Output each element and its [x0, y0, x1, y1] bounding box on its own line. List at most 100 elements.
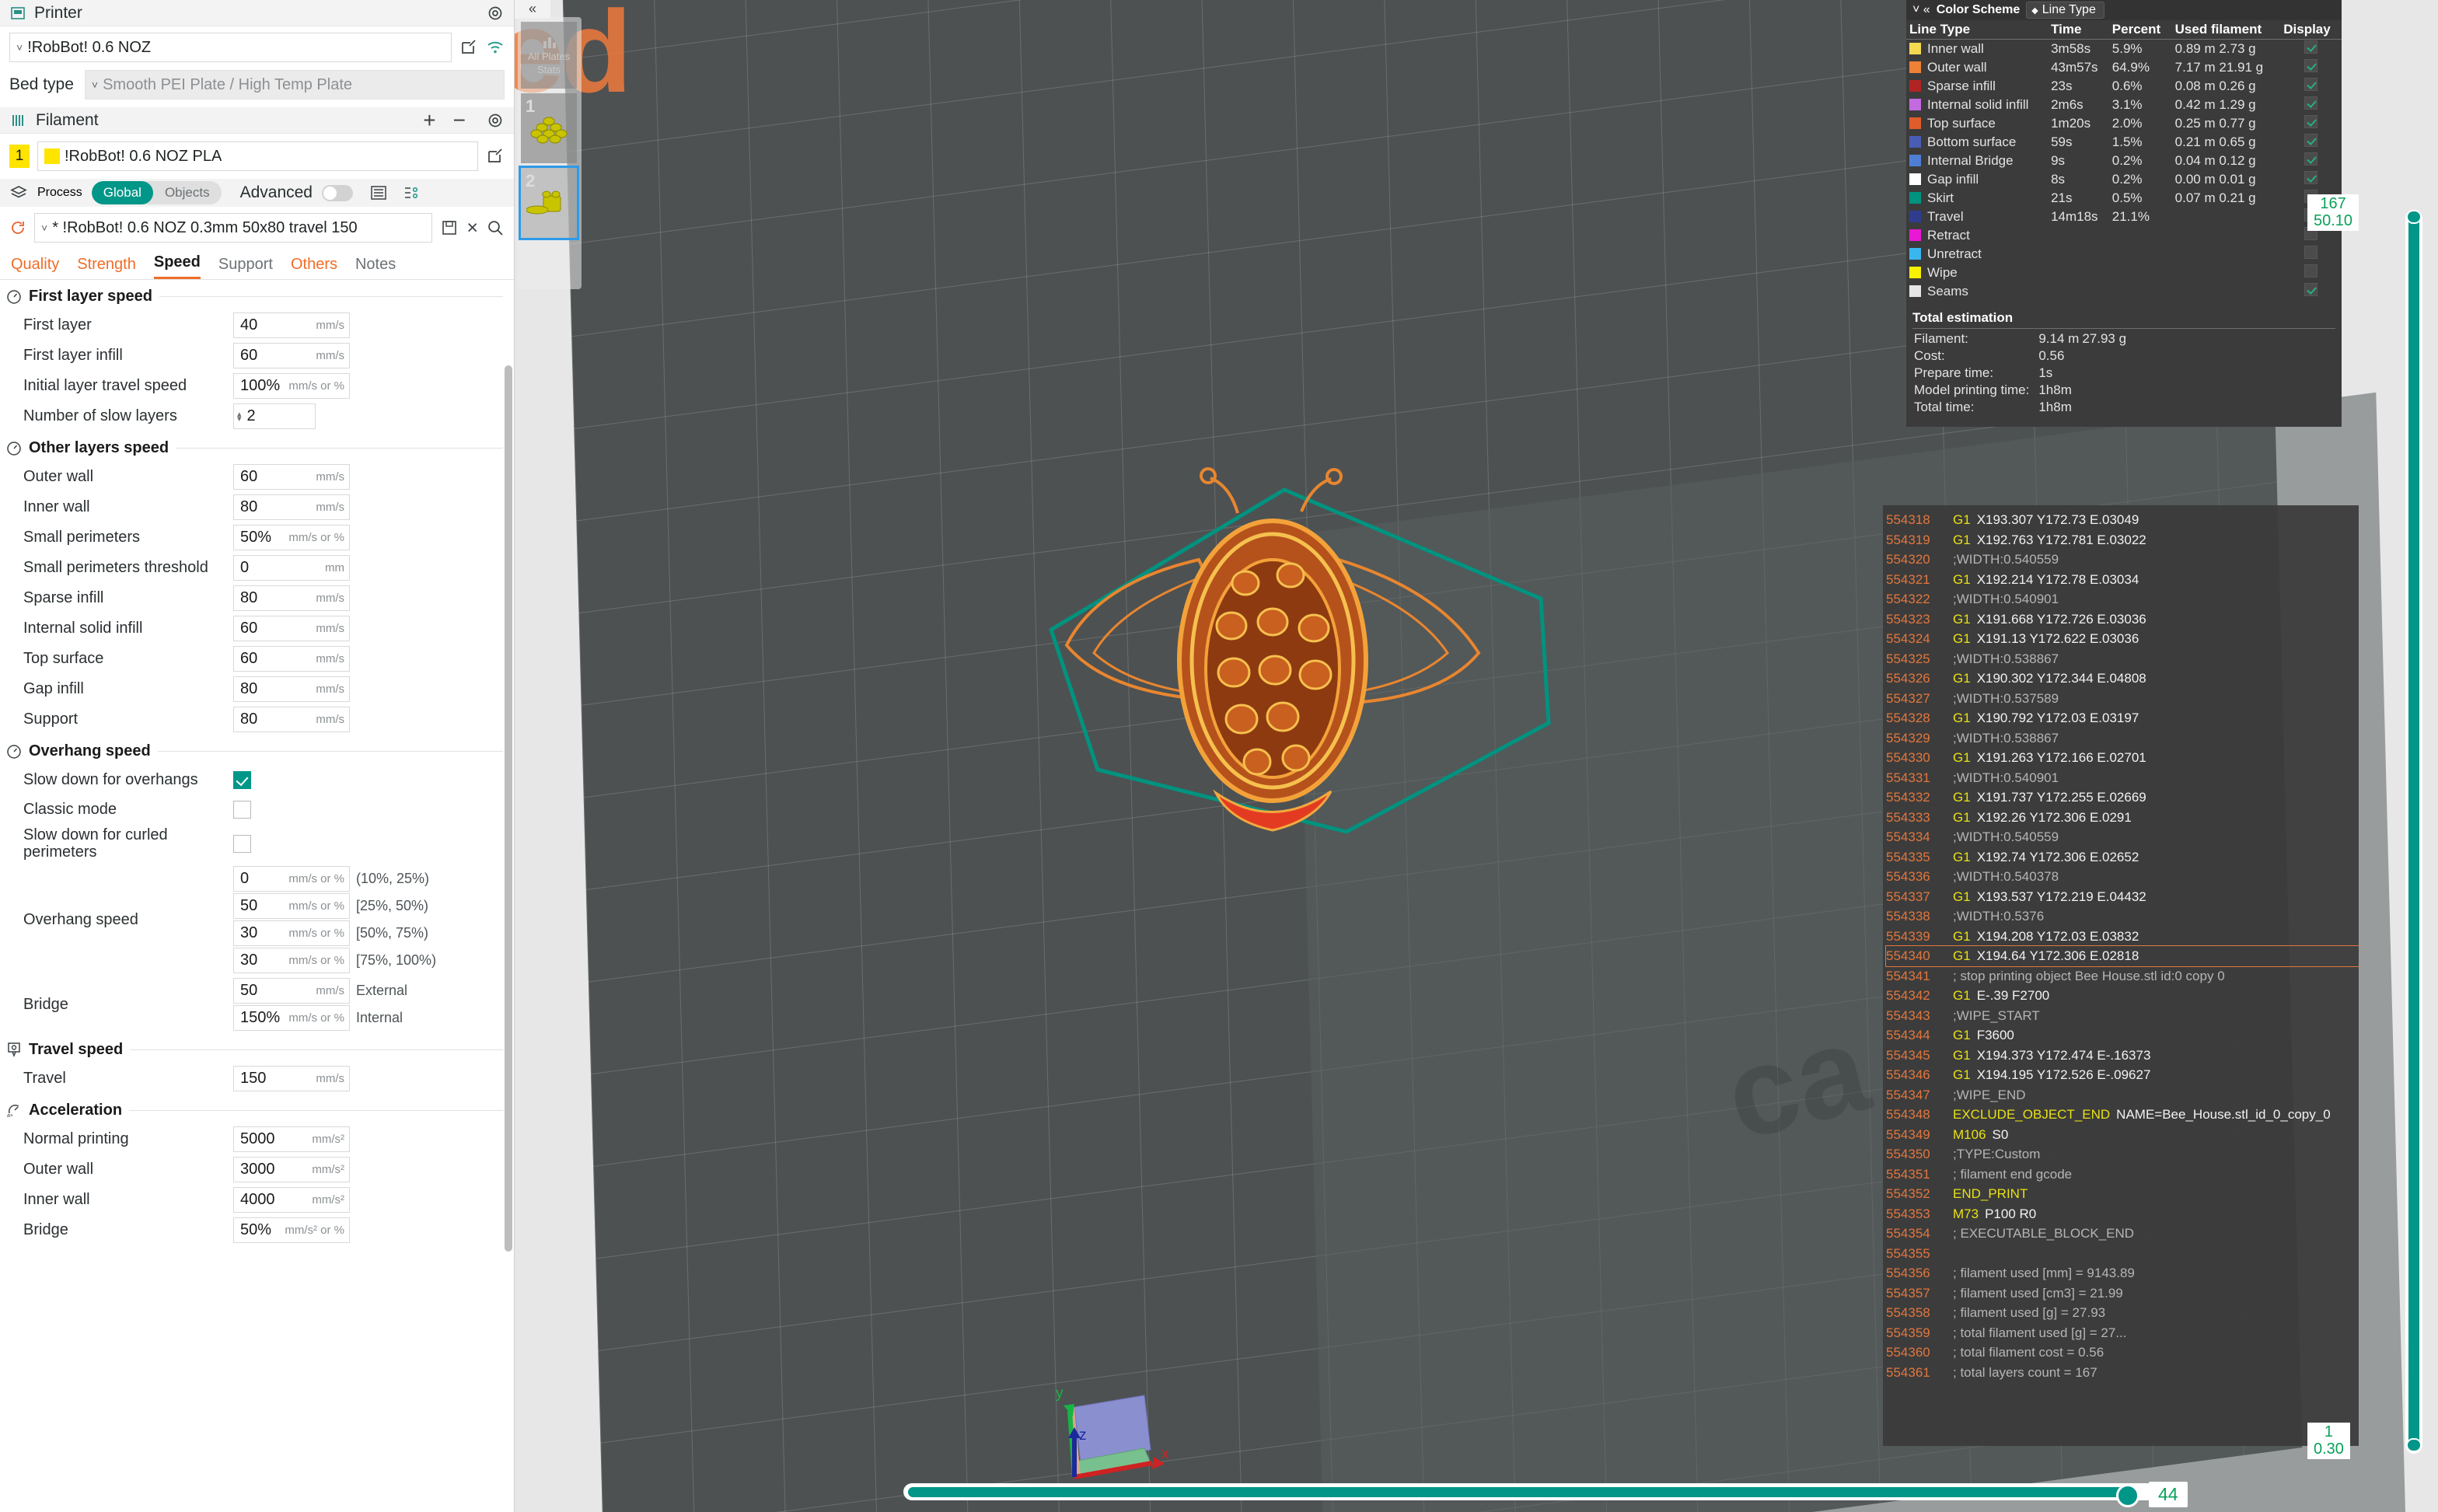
gcode-viewer-panel[interactable]: 554318 G1 X193.307 Y172.73 E.03049 554319 G1… — [1883, 505, 2359, 1446]
gcode-line[interactable]: 554359 ; total filament used [g] = 27... — [1886, 1323, 2359, 1343]
scope-global-pill[interactable]: Global — [91, 181, 153, 204]
tab-quality[interactable]: Quality — [11, 256, 59, 279]
gcode-line[interactable]: 554337 G1 X193.537 Y172.219 E.04432 — [1886, 887, 2359, 907]
search-icon[interactable] — [486, 218, 505, 237]
reset-icon[interactable] — [9, 219, 26, 236]
gcode-line[interactable]: 554338 ;WIDTH:0.5376 — [1886, 906, 2359, 927]
gcode-line[interactable]: 554354 ; EXECUTABLE_BLOCK_END — [1886, 1224, 2359, 1244]
display-checkbox[interactable] — [2304, 59, 2318, 72]
gcode-line[interactable]: 554347 ;WIPE_END — [1886, 1085, 2359, 1105]
value-input[interactable]: ▴ ▾ 2 — [233, 403, 316, 429]
gcode-line[interactable]: 554321 G1 X192.214 Y172.78 E.03034 — [1886, 570, 2359, 590]
value-input[interactable]: 150% mm/s or % — [233, 1004, 350, 1031]
value-input[interactable]: 30 mm/s or % — [233, 920, 350, 946]
gcode-line[interactable]: 554325 ;WIDTH:0.538867 — [1886, 649, 2359, 669]
plate-thumbnail-2[interactable]: 2 — [519, 166, 579, 240]
layer-slider-upper-handle[interactable] — [2406, 210, 2422, 224]
gcode-line[interactable]: 554353 M73 P100 R0 — [1886, 1204, 2359, 1224]
gcode-line[interactable]: 554355 — [1886, 1244, 2359, 1264]
gcode-line[interactable]: 554341 ; stop printing object Bee House.s… — [1886, 966, 2359, 986]
value-input[interactable]: 0 mm — [233, 555, 350, 581]
gcode-line[interactable]: 554345 G1 X194.373 Y172.474 E-.16373 — [1886, 1046, 2359, 1066]
display-checkbox[interactable] — [2304, 78, 2318, 91]
gcode-line[interactable]: 554324 G1 X191.13 Y172.622 E.03036 — [1886, 629, 2359, 649]
gcode-line[interactable]: 554342 G1 E-.39 F2700 — [1886, 986, 2359, 1006]
value-input[interactable]: 0 mm/s or % — [233, 865, 350, 892]
filament-slot-index[interactable]: 1 — [9, 145, 30, 168]
tab-strength[interactable]: Strength — [77, 256, 136, 279]
gcode-line[interactable]: 554350 ;TYPE:Custom — [1886, 1144, 2359, 1165]
list-icon[interactable] — [370, 184, 387, 201]
gcode-line[interactable]: 554320 ;WIDTH:0.540559 — [1886, 550, 2359, 570]
value-input[interactable]: 40 mm/s — [233, 313, 350, 338]
plus-icon[interactable]: + — [423, 109, 435, 131]
plate-thumbnail-1[interactable]: 1 — [521, 93, 577, 163]
move-slider-handle[interactable] — [2116, 1484, 2139, 1507]
gcode-line[interactable]: 554329 ;WIDTH:0.538867 — [1886, 728, 2359, 749]
gcode-line[interactable]: 554332 G1 X191.737 Y172.255 E.02669 — [1886, 787, 2359, 808]
scope-objects-pill[interactable]: Objects — [153, 181, 222, 204]
gear-icon[interactable] — [486, 4, 505, 23]
gcode-line[interactable]: 554346 G1 X194.195 Y172.526 E-.09627 — [1886, 1065, 2359, 1085]
value-input[interactable]: 80 mm/s — [233, 707, 350, 732]
gcode-line[interactable]: 554340 G1 X194.64 Y172.306 E.02818 — [1885, 945, 2359, 967]
value-input[interactable]: 80 mm/s — [233, 585, 350, 611]
color-scheme-select[interactable]: ◆ Line Type — [2026, 2, 2104, 19]
value-input[interactable]: 60 mm/s — [233, 616, 350, 641]
bed-type-combo[interactable]: ˅ Smooth PEI Plate / High Temp Plate — [84, 70, 505, 100]
display-checkbox[interactable] — [2304, 115, 2318, 128]
all-plates-stats-button[interactable]: All Plates Stats — [521, 22, 577, 89]
settings-scrollbar[interactable] — [505, 365, 512, 1252]
collapse-sidebar-button[interactable]: « — [515, 0, 550, 19]
classic-mode-checkbox[interactable] — [233, 800, 251, 819]
collapse-legend-icon[interactable]: ˅ « — [1912, 3, 1930, 17]
gcode-line[interactable]: 554328 G1 X190.792 Y172.03 E.03197 — [1886, 708, 2359, 728]
minus-icon[interactable]: − — [453, 109, 466, 131]
save-icon[interactable] — [440, 218, 459, 237]
value-input[interactable]: 100% mm/s or % — [233, 373, 350, 399]
layer-slider[interactable]: 167 50.10 1 0.30 — [2307, 194, 2426, 1471]
gcode-line[interactable]: 554361 ; total layers count = 167 — [1886, 1363, 2359, 1383]
gcode-line[interactable]: 554336 ;WIDTH:0.540378 — [1886, 867, 2359, 887]
gcode-line[interactable]: 554323 G1 X191.668 Y172.726 E.03036 — [1886, 609, 2359, 630]
gcode-line[interactable]: 554358 ; filament used [g] = 27.93 — [1886, 1303, 2359, 1323]
gcode-line[interactable]: 554326 G1 X190.302 Y172.344 E.04808 — [1886, 669, 2359, 689]
display-checkbox[interactable] — [2304, 96, 2318, 110]
display-checkbox[interactable] — [2304, 283, 2318, 296]
move-slider[interactable]: 44 — [903, 1479, 2272, 1507]
value-input[interactable]: 30 mm/s or % — [233, 947, 350, 973]
gcode-line[interactable]: 554335 G1 X192.74 Y172.306 E.02652 — [1886, 847, 2359, 868]
value-input[interactable]: 80 mm/s — [233, 676, 350, 702]
display-checkbox[interactable] — [2304, 264, 2318, 278]
tab-notes[interactable]: Notes — [355, 256, 396, 279]
display-checkbox[interactable] — [2304, 134, 2318, 147]
value-input[interactable]: 150 mm/s — [233, 1065, 350, 1091]
gcode-line[interactable]: 554331 ;WIDTH:0.540901 — [1886, 768, 2359, 788]
display-checkbox[interactable] — [2304, 40, 2318, 54]
process-scope-toggle[interactable]: Global Objects — [91, 181, 222, 204]
value-input[interactable]: 50% mm/s or % — [233, 525, 350, 550]
layer-slider-lower-handle[interactable] — [2406, 1438, 2422, 1452]
gcode-line[interactable]: 554327 ;WIDTH:0.537589 — [1886, 689, 2359, 709]
gcode-line[interactable]: 554356 ; filament used [mm] = 9143.89 — [1886, 1263, 2359, 1283]
filament-preset-combo[interactable]: !RobBot! 0.6 NOZ PLA — [37, 141, 478, 171]
display-checkbox[interactable] — [2304, 246, 2318, 259]
gcode-line[interactable]: 554330 G1 X191.263 Y172.166 E.02701 — [1886, 748, 2359, 768]
value-input[interactable]: 60 mm/s — [233, 646, 350, 672]
value-input[interactable]: 50 mm/s — [233, 977, 350, 1004]
gcode-line[interactable]: 554351 ; filament end gcode — [1886, 1165, 2359, 1185]
gcode-line[interactable]: 554344 G1 F3600 — [1886, 1025, 2359, 1046]
tab-others[interactable]: Others — [291, 256, 337, 279]
gear-icon[interactable] — [486, 111, 505, 130]
compare-icon[interactable] — [403, 184, 420, 201]
gcode-line[interactable]: 554334 ;WIDTH:0.540559 — [1886, 827, 2359, 847]
tab-support[interactable]: Support — [218, 256, 273, 279]
display-checkbox[interactable] — [2304, 171, 2318, 184]
display-checkbox[interactable] — [2304, 152, 2318, 166]
gcode-line[interactable]: 554357 ; filament used [cm3] = 21.99 — [1886, 1283, 2359, 1304]
gcode-line[interactable]: 554349 M106 S0 — [1886, 1125, 2359, 1145]
printer-preset-combo[interactable]: ˅ !RobBot! 0.6 NOZ — [9, 33, 452, 62]
gcode-line[interactable]: 554360 ; total filament cost = 0.56 — [1886, 1343, 2359, 1363]
value-input[interactable]: 60 mm/s — [233, 464, 350, 490]
wifi-icon[interactable] — [486, 40, 505, 55]
